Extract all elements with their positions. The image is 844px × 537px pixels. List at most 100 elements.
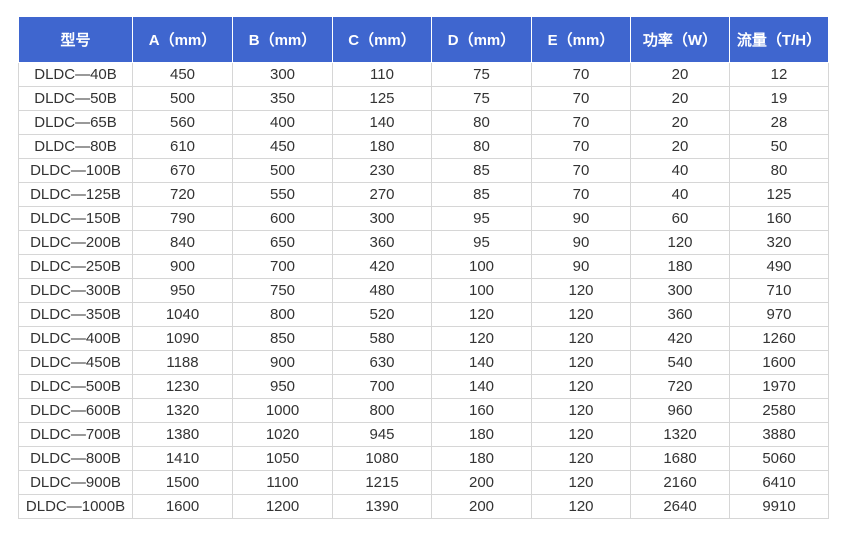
cell-d: 120 (431, 326, 532, 351)
cell-flow: 1260 (729, 326, 829, 351)
cell-d: 200 (431, 494, 532, 519)
table-row: DLDC—300B 950 750 480 100 120 300 710 (18, 278, 829, 303)
cell-c: 630 (332, 350, 432, 375)
cell-d: 85 (431, 158, 532, 183)
cell-a: 450 (132, 62, 233, 87)
cell-power: 300 (630, 278, 730, 303)
cell-e: 120 (531, 350, 631, 375)
cell-flow: 1600 (729, 350, 829, 375)
table-row: DLDC—65B 560 400 140 80 70 20 28 (18, 110, 829, 135)
cell-c: 360 (332, 230, 432, 255)
cell-flow: 28 (729, 110, 829, 135)
cell-d: 140 (431, 350, 532, 375)
cell-b: 800 (232, 302, 333, 327)
cell-d: 180 (431, 446, 532, 471)
cell-d: 100 (431, 254, 532, 279)
cell-a: 1090 (132, 326, 233, 351)
table-row: DLDC—125B 720 550 270 85 70 40 125 (18, 182, 829, 207)
cell-c: 520 (332, 302, 432, 327)
cell-power: 20 (630, 134, 730, 159)
cell-b: 700 (232, 254, 333, 279)
cell-a: 1380 (132, 422, 233, 447)
cell-e: 120 (531, 326, 631, 351)
table-row: DLDC—900B 1500 1100 1215 200 120 2160 6410 (18, 470, 829, 495)
table-row: DLDC—600B 1320 1000 800 160 120 960 2580 (18, 398, 829, 423)
table-row: DLDC—50B 500 350 125 75 70 20 19 (18, 86, 829, 111)
cell-a: 500 (132, 86, 233, 111)
cell-power: 2640 (630, 494, 730, 519)
cell-d: 140 (431, 374, 532, 399)
cell-a: 720 (132, 182, 233, 207)
header-a-mm: A（mm） (132, 16, 233, 63)
cell-flow: 490 (729, 254, 829, 279)
cell-flow: 80 (729, 158, 829, 183)
cell-b: 1200 (232, 494, 333, 519)
cell-c: 580 (332, 326, 432, 351)
cell-a: 840 (132, 230, 233, 255)
cell-d: 95 (431, 206, 532, 231)
cell-c: 180 (332, 134, 432, 159)
cell-c: 1390 (332, 494, 432, 519)
cell-a: 610 (132, 134, 233, 159)
cell-d: 95 (431, 230, 532, 255)
cell-model: DLDC—400B (18, 326, 133, 351)
cell-b: 1050 (232, 446, 333, 471)
cell-e: 70 (531, 158, 631, 183)
cell-d: 85 (431, 182, 532, 207)
cell-e: 70 (531, 86, 631, 111)
cell-flow: 3880 (729, 422, 829, 447)
cell-model: DLDC—900B (18, 470, 133, 495)
table-row: DLDC—250B 900 700 420 100 90 180 490 (18, 254, 829, 279)
spec-table: 型号 A（mm） B（mm） C（mm） D（mm） E（mm） 功率（W） 流… (18, 16, 829, 519)
cell-c: 230 (332, 158, 432, 183)
cell-e: 70 (531, 62, 631, 87)
header-b-mm: B（mm） (232, 16, 333, 63)
cell-power: 1320 (630, 422, 730, 447)
cell-model: DLDC—300B (18, 278, 133, 303)
cell-power: 2160 (630, 470, 730, 495)
cell-e: 70 (531, 134, 631, 159)
cell-c: 1215 (332, 470, 432, 495)
table-row: DLDC—150B 790 600 300 95 90 60 160 (18, 206, 829, 231)
cell-power: 1680 (630, 446, 730, 471)
cell-power: 40 (630, 182, 730, 207)
cell-model: DLDC—600B (18, 398, 133, 423)
cell-b: 350 (232, 86, 333, 111)
cell-b: 850 (232, 326, 333, 351)
cell-model: DLDC—100B (18, 158, 133, 183)
cell-b: 900 (232, 350, 333, 375)
cell-a: 900 (132, 254, 233, 279)
cell-power: 720 (630, 374, 730, 399)
table-header: 型号 A（mm） B（mm） C（mm） D（mm） E（mm） 功率（W） 流… (18, 16, 829, 63)
cell-flow: 5060 (729, 446, 829, 471)
cell-power: 40 (630, 158, 730, 183)
cell-d: 200 (431, 470, 532, 495)
cell-a: 1410 (132, 446, 233, 471)
cell-b: 650 (232, 230, 333, 255)
cell-b: 600 (232, 206, 333, 231)
cell-e: 70 (531, 182, 631, 207)
cell-d: 80 (431, 110, 532, 135)
cell-power: 60 (630, 206, 730, 231)
cell-power: 960 (630, 398, 730, 423)
cell-e: 120 (531, 494, 631, 519)
cell-c: 945 (332, 422, 432, 447)
cell-c: 420 (332, 254, 432, 279)
cell-power: 20 (630, 86, 730, 111)
cell-power: 540 (630, 350, 730, 375)
cell-e: 120 (531, 278, 631, 303)
header-flow-th: 流量（T/H） (729, 16, 829, 63)
cell-c: 270 (332, 182, 432, 207)
cell-e: 70 (531, 110, 631, 135)
table-row: DLDC—100B 670 500 230 85 70 40 80 (18, 158, 829, 183)
cell-flow: 2580 (729, 398, 829, 423)
cell-power: 180 (630, 254, 730, 279)
cell-e: 120 (531, 446, 631, 471)
cell-model: DLDC—800B (18, 446, 133, 471)
cell-flow: 160 (729, 206, 829, 231)
table-row: DLDC—350B 1040 800 520 120 120 360 970 (18, 302, 829, 327)
table-row: DLDC—500B 1230 950 700 140 120 720 1970 (18, 374, 829, 399)
cell-flow: 9910 (729, 494, 829, 519)
cell-b: 1100 (232, 470, 333, 495)
cell-b: 750 (232, 278, 333, 303)
